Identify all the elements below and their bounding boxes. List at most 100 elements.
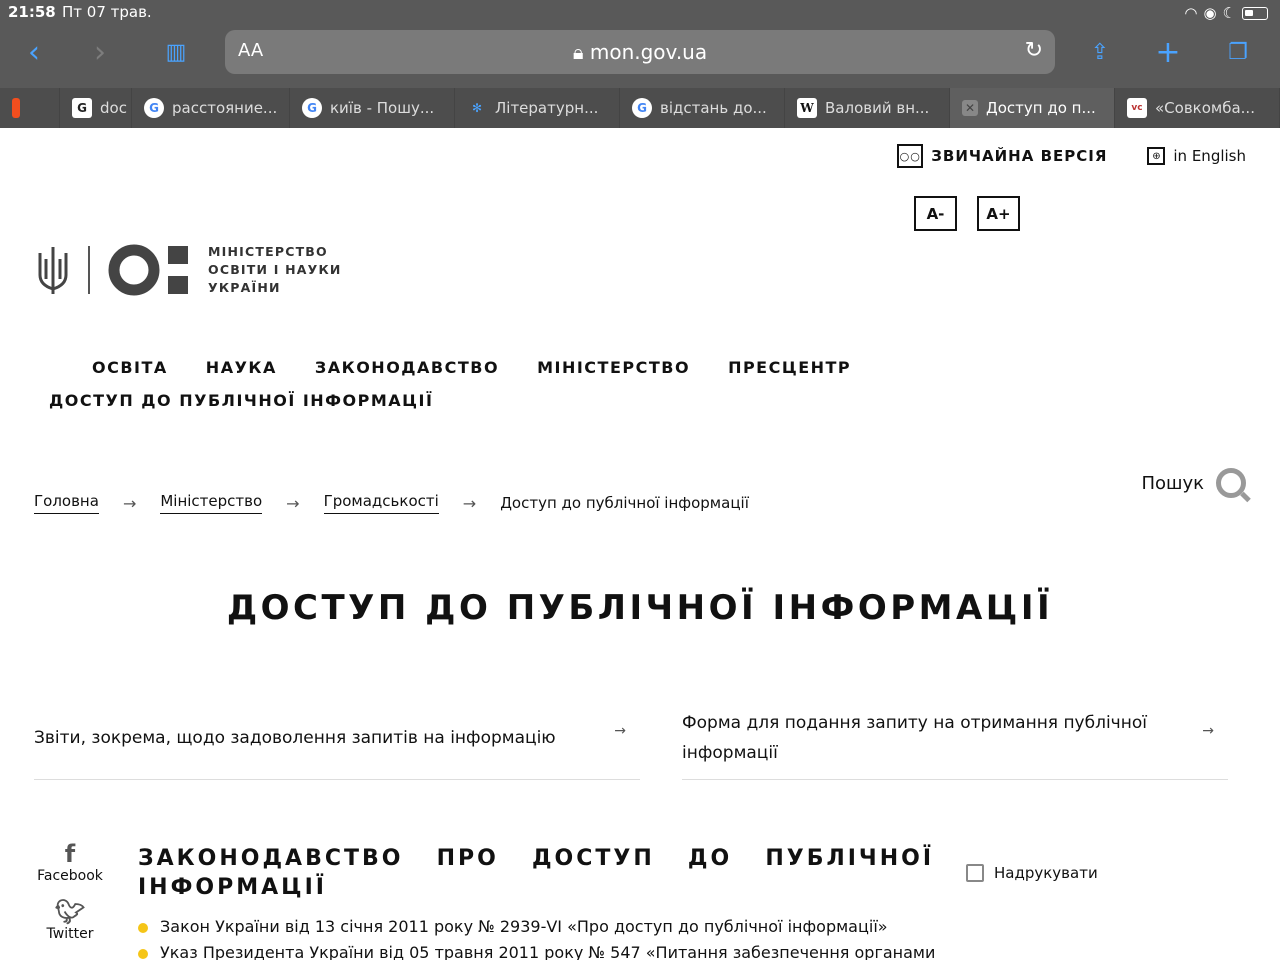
tab-label: Літературн... bbox=[495, 99, 599, 117]
tab-bar: G doc G расстояние... G київ - Пошу... ✻… bbox=[0, 88, 1280, 128]
vc-icon: vc bbox=[1127, 98, 1147, 118]
docs-icon: G bbox=[72, 98, 92, 118]
nav-item-legislation[interactable]: ЗАКОНОДАВСТВО bbox=[315, 358, 499, 377]
arrow-right-icon: → bbox=[614, 723, 626, 739]
arrow-right-icon: → bbox=[1202, 723, 1214, 739]
logo-line: ОСВІТИ І НАУКИ bbox=[208, 262, 342, 277]
tabs-overview-icon[interactable]: ❐ bbox=[1218, 34, 1258, 70]
tab-active[interactable]: ✕ Доступ до п... bbox=[950, 88, 1115, 128]
new-tab-button[interactable]: + bbox=[1148, 34, 1188, 70]
tab-google-3[interactable]: G відстань до... bbox=[620, 88, 785, 128]
trident-icon bbox=[38, 247, 68, 294]
tab-label: «Совкомба... bbox=[1155, 99, 1255, 117]
font-size-controls: A- A+ bbox=[914, 196, 1020, 231]
logo-line: МІНІСТЕРСТВО bbox=[208, 244, 328, 259]
tab-google-2[interactable]: G київ - Пошу... bbox=[290, 88, 455, 128]
law-list: Закон України від 13 січня 2011 року № 2… bbox=[138, 914, 934, 960]
request-form-link[interactable]: Форма для подання запиту на отримання пу… bbox=[682, 696, 1228, 780]
legislation-section: ЗАКОНОДАВСТВО ПРО ДОСТУП ДО ПУБЛІЧНОЇ ІН… bbox=[138, 844, 934, 960]
tab-label: doc bbox=[100, 99, 127, 117]
print-button[interactable]: Надрукувати bbox=[966, 864, 1098, 882]
bookmarks-icon[interactable]: ▥ bbox=[156, 34, 196, 70]
lock-rotation-icon: ◉ bbox=[1203, 4, 1217, 22]
nav-item-public-info[interactable]: ДОСТУП ДО ПУБЛІЧНОЇ ІНФОРМАЦІЇ bbox=[49, 391, 433, 410]
law-link[interactable]: Указ Президента України від 05 травня 20… bbox=[138, 940, 934, 960]
glasses-icon: ○○ bbox=[897, 144, 924, 168]
forward-button[interactable]: › bbox=[80, 34, 120, 70]
google-icon: G bbox=[302, 98, 322, 118]
arrow-right-icon: → bbox=[462, 493, 477, 513]
url-domain: mon.gov.ua bbox=[589, 40, 708, 64]
web-page: ○○ ЗВИЧАЙНА ВЕРСІЯ ⊕ in English A- A+ МІ… bbox=[0, 128, 1280, 960]
breadcrumb-home[interactable]: Головна bbox=[34, 492, 99, 514]
status-time: 21:58 bbox=[8, 3, 56, 21]
ministry-name: МІНІСТЕРСТВО ОСВІТИ І НАУКИ УКРАЇНИ bbox=[208, 243, 342, 297]
search-icon bbox=[1216, 468, 1246, 498]
reports-link-label: Звіти, зокрема, щодо задоволення запитів… bbox=[34, 727, 556, 748]
back-button[interactable]: ‹ bbox=[14, 34, 54, 70]
battery-icon bbox=[1242, 6, 1268, 20]
breadcrumb-ministry[interactable]: Міністерство bbox=[160, 492, 263, 514]
law-link[interactable]: Закон України від 13 січня 2011 року № 2… bbox=[138, 914, 934, 940]
lock-icon: 🔒︎ bbox=[572, 40, 590, 64]
google-icon: G bbox=[144, 98, 164, 118]
font-increase-button[interactable]: A+ bbox=[977, 196, 1020, 231]
moon-icon: ☾ bbox=[1222, 4, 1236, 22]
status-bar: 21:58 Пт 07 трав. ◠ ◉ ☾ bbox=[0, 0, 1280, 24]
regular-version-label: ЗВИЧАЙНА ВЕРСІЯ bbox=[931, 147, 1108, 165]
nav-item-press-center[interactable]: ПРЕСЦЕНТР bbox=[728, 358, 851, 377]
social-share: f Facebook 🐦︎ Twitter bbox=[34, 840, 106, 956]
tab-google-1[interactable]: G расстояние... bbox=[132, 88, 290, 128]
tab-figma[interactable] bbox=[0, 88, 60, 128]
google-icon: G bbox=[632, 98, 652, 118]
logo-divider bbox=[88, 246, 90, 294]
english-link[interactable]: ⊕ in English bbox=[1147, 147, 1246, 165]
tab-docs[interactable]: G doc bbox=[60, 88, 132, 128]
ministry-logo[interactable]: МІНІСТЕРСТВО ОСВІТИ І НАУКИ УКРАЇНИ bbox=[36, 243, 342, 297]
nav-item-education[interactable]: ОСВІТА bbox=[92, 358, 168, 377]
close-icon[interactable]: ✕ bbox=[962, 100, 978, 116]
breadcrumb-public[interactable]: Громадськості bbox=[323, 492, 439, 514]
facebook-share[interactable]: f Facebook bbox=[34, 840, 106, 884]
font-decrease-button[interactable]: A- bbox=[914, 196, 957, 231]
twitter-share[interactable]: 🐦︎ Twitter bbox=[34, 898, 106, 942]
tab-wikipedia[interactable]: W Валовий вн... bbox=[785, 88, 950, 128]
reload-icon[interactable]: ↻ bbox=[1025, 38, 1043, 63]
status-date: Пт 07 трав. bbox=[62, 3, 152, 21]
facebook-label: Facebook bbox=[37, 868, 103, 884]
main-nav: ОСВІТА НАУКА ЗАКОНОДАВСТВО МІНІСТЕРСТВО … bbox=[49, 358, 850, 410]
tab-vc[interactable]: vc «Совкомба... bbox=[1115, 88, 1280, 128]
nav-item-science[interactable]: НАУКА bbox=[206, 358, 277, 377]
logo-line: УКРАЇНИ bbox=[208, 280, 281, 295]
facebook-icon: f bbox=[64, 840, 76, 868]
star-icon: ✻ bbox=[471, 101, 483, 115]
url-text: 🔒︎ mon.gov.ua bbox=[225, 40, 1055, 64]
tab-literature[interactable]: ✻ Літературн... bbox=[455, 88, 620, 128]
arrow-right-icon: → bbox=[122, 493, 137, 513]
arrow-right-icon: → bbox=[286, 493, 300, 513]
share-icon[interactable]: ⇪ bbox=[1080, 34, 1120, 70]
nav-item-ministry[interactable]: МІНІСТЕРСТВО bbox=[537, 358, 690, 377]
regular-version-link[interactable]: ○○ ЗВИЧАЙНА ВЕРСІЯ bbox=[897, 144, 1107, 168]
printer-icon bbox=[966, 864, 984, 882]
figma-icon bbox=[12, 98, 20, 118]
twitter-icon: 🐦︎ bbox=[54, 898, 86, 926]
reports-link[interactable]: Звіти, зокрема, щодо задоволення запитів… bbox=[34, 696, 640, 780]
search-button[interactable]: Пошук bbox=[1141, 468, 1246, 498]
section-title: ЗАКОНОДАВСТВО ПРО ДОСТУП ДО ПУБЛІЧНОЇ ІН… bbox=[138, 846, 934, 900]
tab-label: київ - Пошу... bbox=[330, 99, 435, 117]
mon-emblem-icon bbox=[108, 244, 188, 296]
wifi-icon: ◠ bbox=[1184, 4, 1198, 22]
breadcrumb: Головна → Міністерство → Громадськості →… bbox=[34, 492, 749, 514]
breadcrumb-current: Доступ до публічної інформації bbox=[500, 494, 749, 512]
tab-label: Доступ до п... bbox=[986, 99, 1096, 117]
header-links: ○○ ЗВИЧАЙНА ВЕРСІЯ ⊕ in English bbox=[897, 144, 1246, 168]
tab-label: расстояние... bbox=[172, 99, 278, 117]
english-label: in English bbox=[1173, 147, 1246, 165]
tab-label: Валовий вн... bbox=[825, 99, 930, 117]
address-bar[interactable]: AA 🔒︎ mon.gov.ua ↻ bbox=[225, 30, 1055, 74]
globe-icon: ⊕ bbox=[1147, 147, 1166, 165]
safari-toolbar: ‹ › ▥ AA 🔒︎ mon.gov.ua ↻ ⇪ + ❐ bbox=[0, 24, 1280, 84]
request-form-label: Форма для подання запиту на отримання пу… bbox=[682, 712, 1147, 763]
print-label: Надрукувати bbox=[994, 864, 1098, 882]
